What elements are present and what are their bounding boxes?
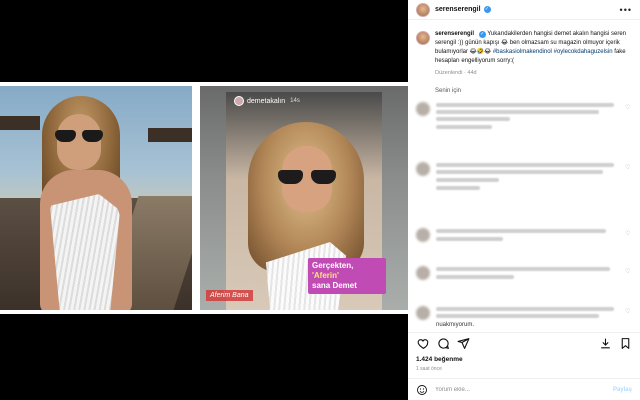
sticker-highlight: 'Aferin' bbox=[312, 271, 339, 280]
list-item: ♡ bbox=[408, 228, 640, 244]
photo-right: demetakalın 14s Gerçekten, 'Aferin' sana… bbox=[200, 86, 408, 310]
send-icon[interactable] bbox=[456, 337, 470, 351]
post-header: serenserengil ✓ ••• bbox=[408, 0, 640, 20]
comment-bar: Paylaş bbox=[408, 378, 640, 400]
caption: serenserengil ✓ Yukarıdakilerden hangisi… bbox=[408, 20, 640, 66]
blurred-comment bbox=[436, 266, 621, 282]
list-item: ♡ bbox=[408, 102, 640, 132]
caption-text: serenserengil ✓ Yukarıdakilerden hangisi… bbox=[435, 31, 627, 64]
heart-icon[interactable]: ♡ bbox=[625, 228, 632, 244]
caption-username[interactable]: serenserengil bbox=[435, 31, 474, 37]
bookmark-icon[interactable] bbox=[618, 337, 632, 351]
header-username[interactable]: serenserengil bbox=[435, 6, 481, 13]
likes-count[interactable]: 1.424 beğenme bbox=[416, 356, 463, 363]
post-comment-button[interactable]: Paylaş bbox=[613, 387, 632, 393]
blurred-comment bbox=[436, 228, 621, 244]
white-swimsuit bbox=[50, 194, 120, 310]
face bbox=[57, 114, 101, 170]
list-item: nuakmıyorum. ♡ bbox=[408, 306, 640, 329]
story-time: 14s bbox=[290, 98, 300, 104]
sunglasses bbox=[55, 130, 103, 142]
action-bar bbox=[408, 332, 640, 354]
sticker-text: Gerçekten, bbox=[312, 261, 354, 270]
download-icon[interactable] bbox=[598, 337, 612, 351]
caption-avatar[interactable] bbox=[416, 31, 430, 45]
heart-icon[interactable]: ♡ bbox=[625, 266, 632, 282]
sunglasses bbox=[278, 170, 336, 184]
list-item: ♡ bbox=[408, 266, 640, 282]
comment-icon[interactable] bbox=[436, 337, 450, 351]
blurred-comment bbox=[436, 162, 621, 193]
sticker-aferin: Gerçekten, 'Aferin' sana Demet bbox=[308, 258, 386, 294]
blurred-comment: nuakmıyorum. bbox=[436, 306, 621, 329]
sticker-text-2: sana Demet bbox=[312, 281, 357, 290]
comment-input[interactable] bbox=[435, 386, 613, 393]
comment-tail: nuakmıyorum. bbox=[436, 322, 475, 328]
photo-collage[interactable]: demetakalın 14s Gerçekten, 'Aferin' sana… bbox=[0, 82, 408, 314]
avatar[interactable] bbox=[416, 306, 430, 320]
post-media: demetakalın 14s Gerçekten, 'Aferin' sana… bbox=[0, 0, 408, 400]
edited-label: Düzenlendi · 44d bbox=[435, 70, 477, 76]
story-screenshot: demetakalın 14s Gerçekten, 'Aferin' sana… bbox=[226, 92, 386, 310]
blurred-comment bbox=[436, 102, 621, 132]
story-avatar bbox=[234, 96, 244, 106]
post-time: 1 saat önce bbox=[416, 366, 442, 372]
emoji-icon[interactable] bbox=[416, 384, 428, 396]
list-item: ♡ bbox=[408, 162, 640, 193]
hashtag[interactable]: #oylecokdahaguzelsin bbox=[554, 49, 613, 55]
hashtag[interactable]: #baskasiolmakendinol bbox=[493, 49, 552, 55]
photo-left bbox=[0, 86, 192, 310]
avatar[interactable] bbox=[416, 2, 430, 17]
avatar[interactable] bbox=[416, 266, 430, 280]
avatar[interactable] bbox=[416, 102, 430, 116]
heart-icon[interactable]: ♡ bbox=[625, 102, 632, 132]
post-sidebar: serenserengil ✓ ••• serenserengil ✓ Yuka… bbox=[408, 0, 640, 400]
avatar[interactable] bbox=[416, 162, 430, 176]
story-user: demetakalın 14s bbox=[234, 96, 300, 106]
water-villa bbox=[0, 116, 40, 130]
water-villa bbox=[148, 128, 192, 142]
heart-icon[interactable] bbox=[416, 337, 430, 351]
more-dots-icon[interactable]: ••• bbox=[620, 5, 632, 15]
verified-badge-icon: ✓ bbox=[478, 31, 486, 38]
comments-sort-label[interactable]: Senin için bbox=[435, 88, 640, 94]
sticker-aferim-bana: Aferim Bana bbox=[206, 290, 253, 301]
heart-icon[interactable]: ♡ bbox=[625, 162, 632, 193]
avatar[interactable] bbox=[416, 228, 430, 242]
verified-badge-icon: ✓ bbox=[483, 6, 491, 13]
heart-icon[interactable]: ♡ bbox=[625, 306, 632, 329]
story-username: demetakalın bbox=[247, 97, 286, 105]
